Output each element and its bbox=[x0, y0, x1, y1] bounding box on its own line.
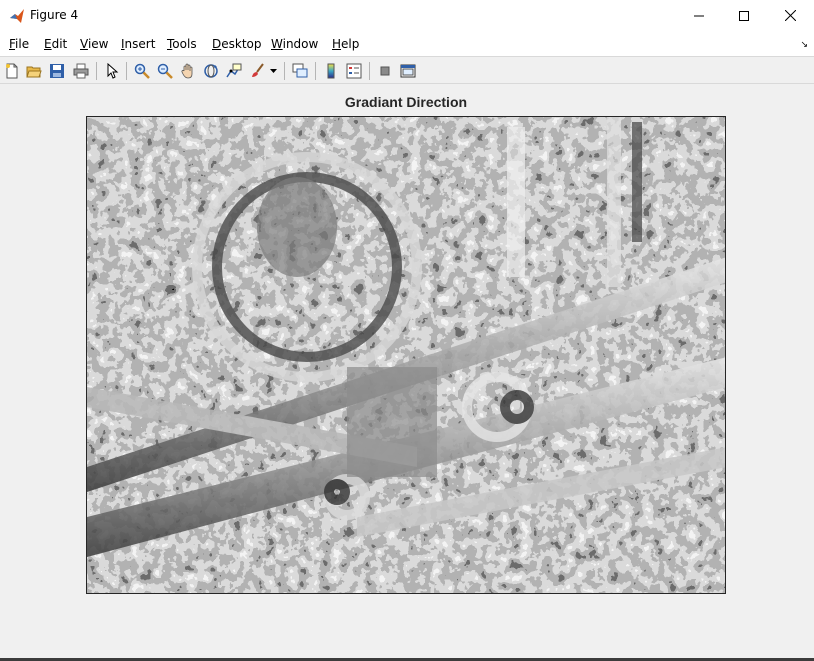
menu-tools[interactable]: Tools bbox=[167, 37, 197, 51]
link-plot-button[interactable] bbox=[290, 61, 310, 81]
link-plot-icon bbox=[292, 63, 308, 78]
pointer-button[interactable] bbox=[102, 61, 122, 81]
open-file-icon bbox=[26, 66, 42, 78]
legend-icon bbox=[346, 63, 362, 79]
chevron-down-icon bbox=[269, 68, 277, 73]
zoom-in-icon bbox=[134, 63, 150, 79]
toolbar-separator bbox=[369, 62, 370, 80]
close-button[interactable] bbox=[767, 0, 813, 31]
maximize-button[interactable] bbox=[721, 0, 767, 31]
new-figure-icon bbox=[6, 63, 18, 79]
hide-plot-tools-button[interactable] bbox=[375, 61, 395, 81]
hide-plot-tools-icon bbox=[380, 66, 390, 76]
legend-button[interactable] bbox=[344, 61, 364, 81]
open-file-button[interactable] bbox=[24, 61, 44, 81]
pan-icon bbox=[181, 63, 193, 79]
menu-desktop[interactable]: Desktop bbox=[212, 37, 262, 51]
data-cursor-button[interactable] bbox=[224, 61, 244, 81]
minimize-button[interactable] bbox=[676, 0, 722, 31]
print-button[interactable] bbox=[71, 61, 91, 81]
figure-toolbar bbox=[0, 56, 814, 84]
new-figure-button[interactable] bbox=[2, 61, 22, 81]
minimize-icon bbox=[694, 15, 704, 16]
menu-window[interactable]: Window bbox=[271, 37, 318, 51]
zoom-out-icon bbox=[157, 63, 173, 79]
menu-insert[interactable]: Insert bbox=[121, 37, 155, 51]
zoom-in-button[interactable] bbox=[132, 61, 152, 81]
window-title: Figure 4 bbox=[30, 8, 79, 22]
pointer-icon bbox=[107, 63, 119, 79]
brush-dropdown[interactable] bbox=[267, 61, 279, 81]
save-icon bbox=[50, 64, 64, 78]
title-bar: Figure 4 bbox=[0, 0, 814, 31]
maximize-icon bbox=[739, 10, 749, 21]
menu-view[interactable]: View bbox=[80, 37, 108, 51]
pan-button[interactable] bbox=[178, 61, 198, 81]
brush-icon bbox=[252, 63, 264, 77]
menu-help[interactable]: Help bbox=[332, 37, 359, 51]
zoom-out-button[interactable] bbox=[155, 61, 175, 81]
rotate-3d-icon bbox=[204, 64, 218, 78]
toolbar-separator bbox=[284, 62, 285, 80]
plot-title: Gradiant Direction bbox=[344, 94, 468, 110]
menu-bar: File Edit View Insert Tools Desktop Wind… bbox=[0, 31, 814, 56]
toolbar-separator bbox=[126, 62, 127, 80]
close-icon bbox=[784, 10, 796, 21]
show-plot-tools-button[interactable] bbox=[398, 61, 418, 81]
menu-edit[interactable]: Edit bbox=[44, 37, 67, 51]
grayscale-gradient-direction-map bbox=[87, 117, 725, 593]
brush-button[interactable] bbox=[247, 61, 267, 81]
rotate-3d-button[interactable] bbox=[201, 61, 221, 81]
print-icon bbox=[73, 63, 89, 79]
matlab-icon bbox=[10, 9, 24, 23]
toolbar-separator bbox=[315, 62, 316, 80]
toolbar-separator bbox=[96, 62, 97, 80]
menu-file[interactable]: File bbox=[9, 37, 29, 51]
colorbar-button[interactable] bbox=[321, 61, 341, 81]
gradient-direction-image[interactable] bbox=[86, 116, 726, 594]
data-cursor-icon bbox=[226, 63, 242, 78]
save-button[interactable] bbox=[47, 61, 67, 81]
colorbar-icon bbox=[327, 63, 335, 79]
chevron-right-icon[interactable]: ↘ bbox=[800, 39, 808, 50]
show-plot-tools-icon bbox=[400, 64, 416, 78]
